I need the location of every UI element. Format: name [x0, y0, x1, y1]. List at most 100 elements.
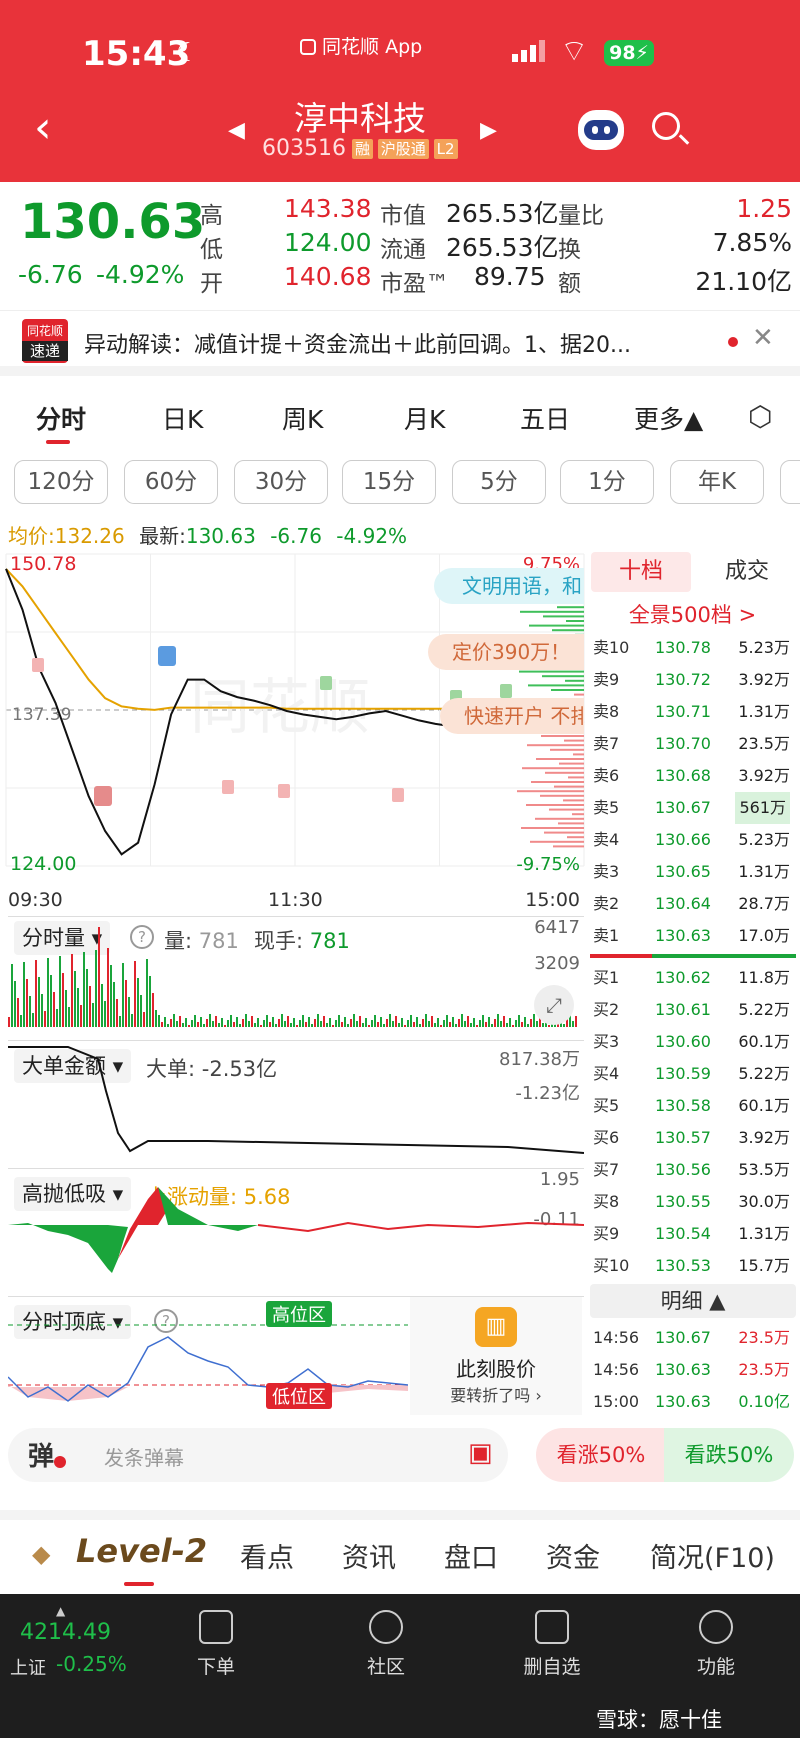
volume-bar	[50, 975, 52, 1027]
gaopao-panel[interactable]: 高抛低吸 ▾ 上涨动量: 5.68 1.95 -0.11	[8, 1168, 584, 1286]
period-1m[interactable]: 1分	[560, 460, 654, 504]
volume-bar	[461, 1014, 463, 1027]
volume-bar	[200, 1017, 202, 1027]
period-120m[interactable]: 120分	[14, 460, 108, 504]
sell-level-row[interactable]: 卖9 130.72 3.92万	[589, 664, 800, 696]
buy-level-row[interactable]: 买2 130.61 5.22万	[589, 994, 800, 1026]
chat-bubble[interactable]: 快速开户 不排	[440, 698, 584, 734]
depth-bar	[527, 744, 584, 747]
tab-market-depth[interactable]: 盘口	[444, 1536, 498, 1575]
diamond-icon: ◆	[32, 1540, 51, 1568]
tab-level2[interactable]: Level-2	[76, 1532, 207, 1570]
tab-ten-level[interactable]: 十档	[591, 552, 691, 592]
robot-assistant-icon[interactable]	[578, 110, 624, 150]
level-price: 130.68	[655, 766, 711, 785]
tab-five-day[interactable]: 五日	[520, 400, 570, 436]
gift-icon[interactable]: ▣	[468, 1438, 493, 1468]
tab-news[interactable]: 资讯	[342, 1536, 396, 1575]
period-5m[interactable]: 5分	[452, 460, 546, 504]
buy-level-row[interactable]: 买8 130.55 30.0万	[589, 1186, 800, 1218]
tab-intraday[interactable]: 分时	[36, 400, 86, 436]
buy-level-row[interactable]: 买4 130.59 5.22万	[589, 1058, 800, 1090]
tab-highlights[interactable]: 看点	[240, 1536, 294, 1575]
level-price: 130.72	[655, 670, 711, 689]
close-icon[interactable]: ✕	[752, 323, 774, 353]
sell-level-row[interactable]: 卖2 130.64 28.7万	[589, 888, 800, 920]
tab-weekly-k[interactable]: 周K	[282, 400, 323, 436]
tab-f10[interactable]: 简况(F10)	[650, 1536, 775, 1575]
menu-icon	[699, 1610, 733, 1644]
price-change-pct: -4.92%	[96, 260, 185, 289]
buy-level-row[interactable]: 买10 130.53 15.7万	[589, 1250, 800, 1282]
volume-bar	[140, 995, 142, 1027]
volume-bar	[446, 1015, 448, 1027]
nav-community[interactable]: 社区	[326, 1610, 446, 1679]
sell-level-row[interactable]: 卖6 130.68 3.92万	[589, 760, 800, 792]
open-label: 开	[200, 271, 223, 297]
volume-bar	[56, 1009, 58, 1027]
bigorder-panel[interactable]: 大单金额 ▾ 大单: -2.53亿 817.38万 -1.23亿	[8, 1040, 584, 1160]
danmu-placeholder: 发条弹幕	[104, 1446, 184, 1470]
buy-level-row[interactable]: 买6 130.57 3.92万	[589, 1122, 800, 1154]
remove-icon	[535, 1610, 569, 1644]
volume-bar	[407, 1020, 409, 1027]
vote-down-button[interactable]: 看跌50%	[664, 1428, 794, 1482]
buy-level-row[interactable]: 买5 130.58 60.1万	[589, 1090, 800, 1122]
level-price: 130.71	[655, 702, 711, 721]
buy-level-row[interactable]: 买1 130.62 11.8万	[589, 962, 800, 994]
nav-remove-watchlist[interactable]: 删自选	[492, 1610, 612, 1679]
sell-level-row[interactable]: 卖1 130.63 17.0万	[589, 920, 800, 952]
period-30m[interactable]: 30分	[234, 460, 328, 504]
news-banner[interactable]: 同花顺 速递 异动解读：减值计提＋资金流出＋此前回调。1、据20... ✕	[0, 310, 800, 376]
volume-bar	[131, 1014, 133, 1027]
volume-bar	[62, 973, 64, 1027]
period-15m[interactable]: 15分	[342, 460, 436, 504]
volume-bar	[467, 1016, 469, 1027]
sell-level-row[interactable]: 卖8 130.71 1.31万	[589, 696, 800, 728]
detail-toggle[interactable]: 明细 ▲	[590, 1284, 796, 1318]
sell-level-row[interactable]: 卖5 130.67 561万	[589, 792, 800, 824]
sell-level-row[interactable]: 卖3 130.65 1.31万	[589, 856, 800, 888]
sell-level-row[interactable]: 卖10 130.78 5.23万	[589, 632, 800, 664]
panorama-link[interactable]: 全景500档 >	[585, 598, 800, 632]
turning-point-ad[interactable]: ▥ 此刻股价 要转折了吗 ›	[410, 1297, 582, 1415]
tab-monthly-k[interactable]: 月K	[404, 400, 445, 436]
depth-bar	[530, 840, 584, 843]
level-price: 130.58	[655, 1096, 711, 1115]
nav-order[interactable]: 下单	[156, 1610, 276, 1679]
depth-bar	[517, 790, 584, 793]
collapse-icon[interactable]: ▲	[56, 1604, 65, 1618]
volume-bar	[242, 1019, 244, 1027]
period-overflow[interactable]	[780, 460, 800, 504]
danmu-input[interactable]: 弹 发条弹幕 ▣	[8, 1428, 508, 1482]
next-stock-icon[interactable]: ▶	[480, 118, 497, 143]
vote-up-button[interactable]: 看涨50%	[536, 1428, 666, 1482]
chat-bubble[interactable]: 文明用语，和	[434, 568, 584, 604]
volume-bar	[83, 952, 85, 1027]
nav-functions[interactable]: 功能	[656, 1610, 776, 1679]
expand-icon[interactable]: ⤢	[534, 985, 574, 1025]
period-60m[interactable]: 60分	[124, 460, 218, 504]
amount-value: 21.10亿	[695, 267, 792, 296]
settings-hex-icon[interactable]: ⬡	[748, 400, 772, 433]
prev-stock-icon[interactable]: ◀	[228, 118, 245, 143]
tab-capital[interactable]: 资金	[546, 1536, 600, 1575]
buy-level-row[interactable]: 买3 130.60 60.1万	[589, 1026, 800, 1058]
sell-level-row[interactable]: 卖4 130.66 5.23万	[589, 824, 800, 856]
volume-bar	[164, 1017, 166, 1027]
trade-time: 14:56	[593, 1360, 640, 1379]
tab-trades[interactable]: 成交	[697, 552, 797, 592]
volume-panel[interactable]: 分时量 ▾ ? 量: 781 现手: 781 6417 3209 ⤢	[8, 916, 584, 1028]
buy-level-row[interactable]: 买7 130.56 53.5万	[589, 1154, 800, 1186]
tab-more[interactable]: 更多▲	[634, 400, 703, 436]
buy-level-row[interactable]: 买9 130.54 1.31万	[589, 1218, 800, 1250]
topbottom-panel[interactable]: 分时顶底 ▾ ? 高位区 低位区 ▥ 此刻股价 要转折了吗 ›	[8, 1296, 584, 1415]
tag-connect: 沪股通	[377, 139, 429, 159]
period-year-k[interactable]: 年K	[670, 460, 764, 504]
back-icon[interactable]: ‹	[34, 106, 52, 150]
chat-bubble[interactable]: 定价390万！	[428, 634, 584, 670]
search-icon[interactable]	[652, 112, 690, 145]
tab-daily-k[interactable]: 日K	[162, 400, 203, 436]
sell-level-row[interactable]: 卖7 130.70 23.5万	[589, 728, 800, 760]
index-value[interactable]: 4214.49	[20, 1620, 111, 1645]
